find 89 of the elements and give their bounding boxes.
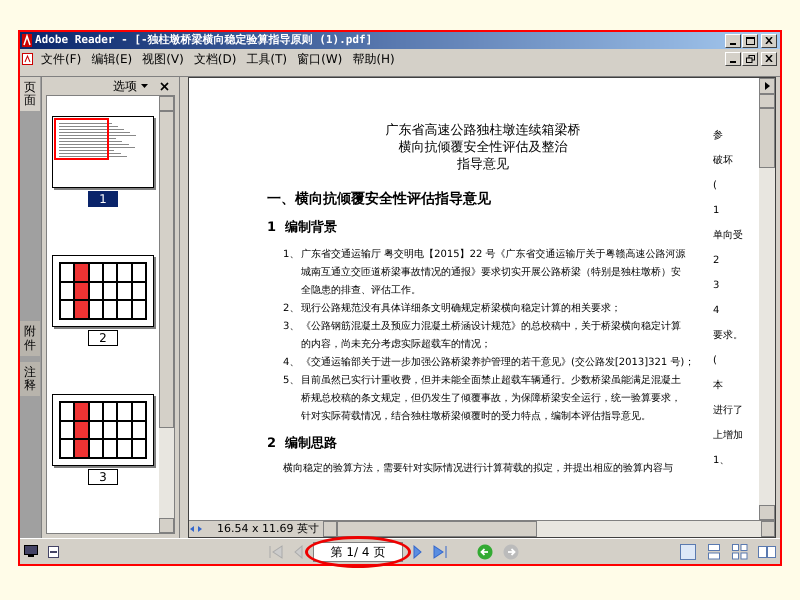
menu-item[interactable]: 编辑(E) [91, 50, 132, 68]
scroll-right-button[interactable] [761, 521, 775, 537]
close-icon[interactable] [160, 82, 169, 90]
scroll-down-button[interactable] [159, 518, 174, 533]
window-title: Adobe Reader - [-独柱墩桥梁横向稳定验算指导原则 (1).pdf] [35, 32, 374, 48]
splitter-icon[interactable] [189, 524, 203, 534]
next-page-text: 进行了 [713, 404, 744, 418]
continuous-icon[interactable] [706, 544, 722, 560]
page-number[interactable]: 3 [88, 469, 118, 485]
single-page-icon[interactable] [680, 544, 696, 560]
next-page-text: 上增加 [713, 428, 744, 443]
app-logo-icon [22, 34, 32, 47]
two-pages-icon[interactable] [758, 544, 776, 560]
next-page-text: 2 [713, 254, 720, 268]
list-item-text: 《公路钢筋混凝土及预应力混凝土桥涵设计规范》的总校稿中，关于桥梁横向稳定计算 的内容，尚未充分考虑实际超载车的情况； [301, 320, 681, 352]
menu-item[interactable]: 视图(V) [142, 50, 184, 68]
scrollbar[interactable] [759, 78, 775, 520]
close-button[interactable] [761, 52, 777, 66]
document-title: 横向抗倾覆安全性评估及整治 [398, 139, 568, 156]
arrow-icon [764, 82, 770, 90]
monitor-icon[interactable] [24, 545, 38, 558]
list-item-text: 目前虽然已实行计重收费，但并未能全面禁止超载车辆通行。少数桥梁虽能满足混凝土 桥规总校稿的条文规定，但仍发生了倾覆事故，为保障桥梁安全运行，统一验算要求， 针对实际荷载情况，结合独柱墩桥梁倾覆时的受力特点，编制本评估指导意见。 [301, 374, 681, 424]
paragraph: 横向稳定的验算方法，需要针对实际情况进行计算荷载的拟定，并提出相应的验算内容与 [283, 462, 674, 476]
next-page-text: 要求。 [713, 328, 744, 343]
next-page-text: ( [713, 179, 718, 193]
section-heading: 2 编制思路 [267, 434, 338, 452]
minimize-button[interactable] [725, 52, 741, 66]
scroll-down-button[interactable] [759, 505, 775, 520]
maximize-button[interactable] [742, 34, 758, 48]
menu-item[interactable]: 文件(F) [41, 50, 82, 68]
heading: 一、横向抗倾覆安全性评估指导意见 [267, 190, 492, 209]
expand-button[interactable] [759, 78, 775, 94]
menu-item[interactable]: 帮助(H) [352, 50, 395, 68]
page-number[interactable]: 2 [88, 330, 118, 346]
page-size: 16.54 x 11.69 英寸 [216, 520, 320, 537]
page-number[interactable]: 1 [88, 191, 118, 207]
list-number: 1、 [283, 248, 300, 262]
next-page-text: 1 [713, 204, 720, 218]
sidebar-tab[interactable]: 附件 [20, 321, 40, 356]
scroll-thumb[interactable] [159, 111, 174, 428]
next-page-text: 1、 [713, 454, 730, 468]
scroll-left-button[interactable] [323, 521, 337, 537]
page-number-field[interactable]: 第 1/ 4 页 [313, 542, 403, 562]
document-title: 指导意见 [457, 156, 509, 173]
sidebar-tab[interactable]: 注释 [20, 362, 40, 396]
page-thumbnail[interactable] [52, 394, 154, 466]
restore-button[interactable] [742, 52, 758, 66]
menu-item[interactable]: 文档(D) [194, 50, 236, 68]
menu-item[interactable]: 窗口(W) [297, 50, 342, 68]
list-number: 2、 [283, 302, 300, 316]
page-thumbnail[interactable] [52, 116, 154, 188]
next-page-icon[interactable] [413, 544, 423, 558]
document-icon [22, 52, 33, 64]
page-thumbnail[interactable] [52, 255, 154, 327]
next-page-text: 破坏 [713, 154, 734, 168]
forward-icon[interactable] [503, 544, 519, 560]
options-dropdown[interactable]: 选项 [113, 77, 148, 95]
restore-icon [746, 54, 754, 62]
list-item-text: 现行公路规范没有具体详细条文明确规定桥梁横向稳定计算的相关要求； [301, 302, 621, 316]
view-frame [54, 118, 109, 160]
list-item-text: 《交通运输部关于进一步加强公路桥梁养护管理的若干意见》(交公路发[2013]321 号)； [301, 356, 694, 370]
close-icon [765, 37, 773, 44]
next-page-text: 本 [713, 378, 724, 393]
next-page-text: 3 [713, 279, 720, 293]
scroll-thumb[interactable] [759, 108, 775, 168]
close-icon [765, 55, 773, 62]
document-icon[interactable] [48, 546, 59, 558]
next-page-text: 参 [713, 128, 724, 143]
scrollbar[interactable] [159, 96, 174, 533]
list-number: 5、 [283, 374, 300, 388]
sidebar-tab[interactable]: 页面 [20, 77, 40, 112]
horizontal-scrollbar[interactable] [323, 521, 775, 537]
list-number: 3、 [283, 320, 300, 334]
facing-pages-icon[interactable] [732, 544, 748, 560]
document-title: 广东省高速公路独柱墩连续箱梁桥 [386, 122, 580, 139]
back-icon[interactable] [477, 544, 493, 560]
caret-icon [141, 84, 148, 88]
close-button[interactable] [761, 34, 777, 48]
scroll-up-button[interactable] [159, 96, 174, 111]
menu-item[interactable]: 工具(T) [246, 50, 288, 68]
last-page-icon[interactable] [433, 544, 447, 558]
next-page-text: 4 [713, 304, 720, 318]
minimize-button[interactable] [725, 34, 741, 48]
list-number: 4、 [283, 356, 300, 370]
scroll-thumb[interactable] [337, 521, 537, 537]
next-page-text: 单向受 [713, 228, 744, 243]
list-item-text: 广东省交通运输厅 粤交明电【2015】22 号《广东省交通运输厅关于粤赣高速公路河源 城南互通立交匝道桥梁事故情况的通报》要求切实开展公路桥梁（特别是独柱墩桥）安 全隐患的排查、评估工作。 [301, 248, 686, 298]
section-heading: 1 编制背景 [267, 218, 338, 237]
next-page-text: ( [713, 354, 718, 368]
